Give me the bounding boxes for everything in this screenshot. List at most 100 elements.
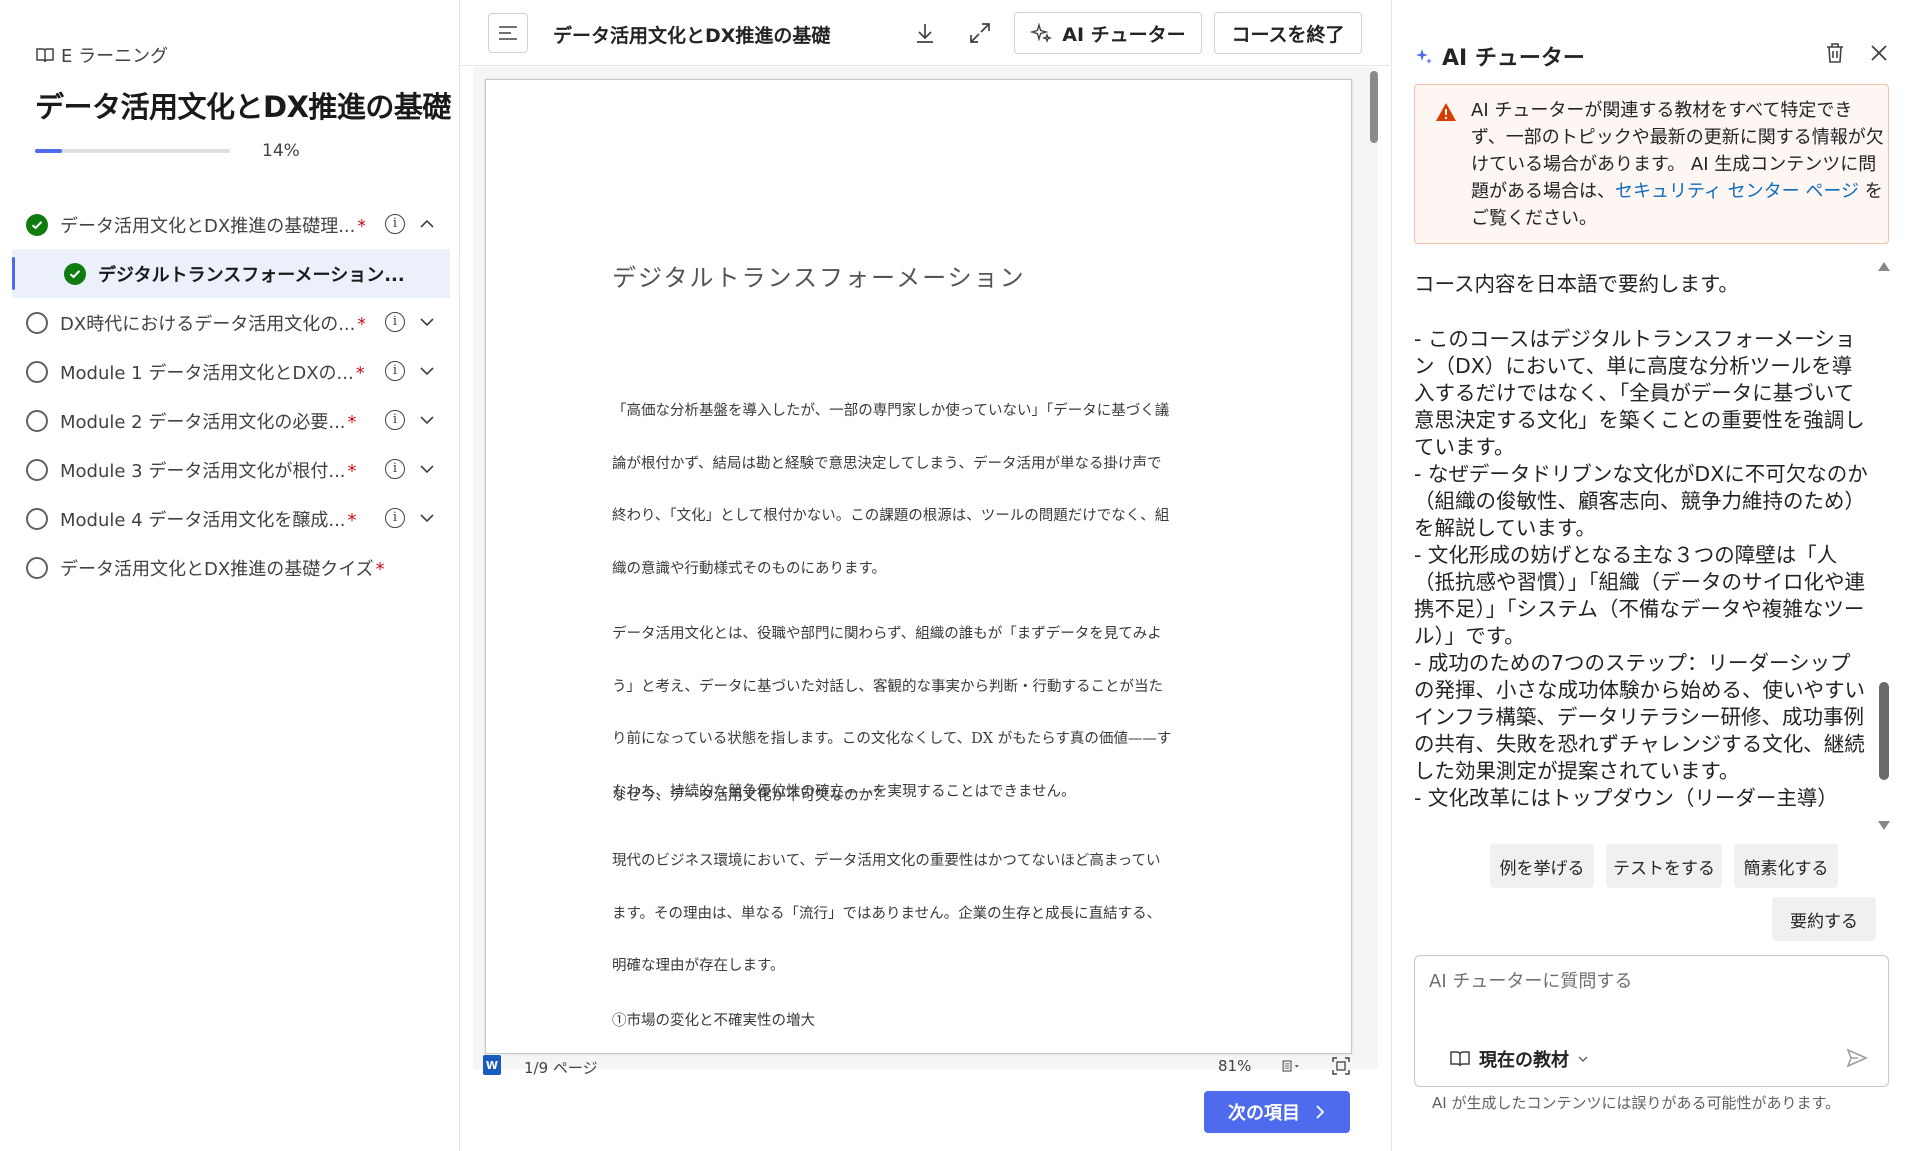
nav-item-label: データ活用文化とDX推進の基礎理...* [60,212,365,238]
scroll-up-arrow-icon[interactable] [1878,262,1890,271]
nav-item-quiz[interactable]: データ活用文化とDX推進の基礎クイズ * [0,543,460,592]
scope-selector-label: 現在の教材 [1479,1050,1569,1071]
info-icon[interactable]: i [385,459,405,479]
fit-page-icon[interactable] [1331,1056,1351,1076]
chat-input[interactable] [1429,966,1869,996]
sparkle-icon [1416,49,1432,64]
nav-item-label: Module 4 データ活用文化を醸成... * [60,509,357,531]
chevron-down-icon[interactable] [418,362,436,380]
not-started-circle-icon [26,409,48,432]
suggestion-simplify-button[interactable]: 簡素化する [1734,844,1838,888]
chat-scroll-thumb[interactable] [1879,682,1889,780]
info-icon[interactable]: i [385,508,405,528]
sparkle-icon [1030,22,1053,44]
warning-banner: AI チューターが関連する教材をすべて特定できず、一部のトピックや最新の更新に関… [1414,84,1889,244]
required-mark: * [375,558,385,580]
nav-item-module-2[interactable]: Module 2 データ活用文化の必要... * i [0,396,460,445]
zoom-level[interactable]: 81% [1218,1057,1251,1075]
paragraph-3: なぜ今、データ活用文化が不可欠なのか？ [612,788,888,804]
viewer-toolbar: データ活用文化とDX推進の基礎 AI チューター コースを終了 [461,0,1390,66]
book-icon [36,48,54,63]
required-mark: * [347,509,357,531]
nav-item-module-4[interactable]: Module 4 データ活用文化を醸成... * i [0,494,460,543]
nav-item-digital-transformation[interactable]: デジタルトランスフォーメーション... [12,249,450,298]
suggestion-test-button[interactable]: テストをする [1606,844,1722,888]
nav-item-dx-era[interactable]: DX時代におけるデータ活用文化の...* i [0,298,460,347]
next-item-button[interactable]: 次の項目 [1204,1091,1350,1133]
paragraph-5: ①市場の変化と不確実性の増大 [612,1013,815,1029]
brand: E ラーニング [35,42,168,68]
word-icon: W [483,1055,501,1075]
chat-bullet: - このコースはデジタルトランスフォーメーション（DX）において、単に高度な分析… [1414,327,1865,459]
next-item-button-label: 次の項目 [1228,1103,1300,1124]
page-indicator: 1/9 ページ [524,1059,598,1077]
document-title: データ活用文化とDX推進の基礎 [553,25,831,47]
suggestion-example-button[interactable]: 例を挙げる [1490,844,1594,888]
required-mark: * [347,411,357,433]
ai-disclaimer: AI が生成したコンテンツには誤りがある可能性があります。 [1432,1094,1840,1112]
chat-bullet: - 文化改革にはトップダウン（リーダー主導） [1414,786,1838,810]
end-course-button[interactable]: コースを終了 [1214,12,1362,54]
nav-item-label: DX時代におけるデータ活用文化の...* [60,310,365,336]
nav-item-label: Module 2 データ活用文化の必要... * [60,411,357,433]
chevron-down-icon[interactable] [418,313,436,331]
document-scrollbar[interactable] [1370,71,1378,143]
nav-item-module-1[interactable]: Module 1 データ活用文化とDXの... * i [0,347,460,396]
ai-tutor-button[interactable]: AI チューター [1014,12,1202,54]
trash-icon[interactable] [1822,40,1848,66]
brand-label: E ラーニング [61,46,169,67]
completed-check-icon [64,262,86,285]
course-progress-fill [35,149,63,153]
send-icon[interactable] [1845,1046,1869,1070]
scope-selector-button[interactable]: 現在の教材 [1449,1046,1589,1072]
chevron-down-icon[interactable] [418,411,436,429]
not-started-circle-icon [26,507,48,530]
chevron-down-icon[interactable] [418,509,436,527]
info-icon[interactable]: i [385,361,405,381]
nav-item-label: データ活用文化とDX推進の基礎クイズ * [60,558,385,580]
required-mark: * [357,314,365,335]
ai-tutor-panel: AI チューター AI チューターが関連する教材をすべて特定できず、一部のトピッ… [1391,0,1920,1151]
chat-message-intro: コース内容を日本語で要約します。 [1414,272,1739,296]
chat-composer: 現在の教材 [1414,955,1889,1087]
security-center-link[interactable]: セキュリティ センター ページ [1615,181,1859,202]
toggle-sidebar-button[interactable] [488,13,528,53]
chat-bullet: - 文化形成の妨げとなる主な３つの障壁は「人（抵抗感や習慣）」「組織（データのサ… [1414,543,1865,648]
course-title: データ活用文化とDX推進の基礎 [35,90,451,124]
chat-transcript[interactable]: コース内容を日本語で要約します。 - このコースはデジタルトランスフォーメーショ… [1414,270,1869,830]
chat-bullet: - なぜデータドリブンな文化がDXに不可欠なのか（組織の俊敏性、顧客志向、競争力… [1414,462,1868,540]
menu-lines-icon [499,26,517,40]
scroll-down-arrow-icon[interactable] [1878,821,1890,830]
nav-item-label: Module 1 データ活用文化とDXの... * [60,362,365,384]
chevron-right-icon [1316,1105,1325,1119]
not-started-circle-icon [26,556,48,579]
nav-item-module-3[interactable]: Module 3 データ活用文化が根付... * i [0,445,460,494]
nav-item-foundations[interactable]: データ活用文化とDX推進の基礎理...* i [0,200,460,249]
chevron-up-icon[interactable] [418,215,436,233]
info-icon[interactable]: i [385,214,405,234]
chevron-down-icon[interactable] [418,460,436,478]
nav-item-label: Module 3 データ活用文化が根付... * [60,460,357,482]
chat-bullet: - 成功のための7つのステップ：リーダーシップの発揮、小さな成功体験から始める、… [1414,651,1865,783]
nav-item-label: デジタルトランスフォーメーション... [98,264,405,286]
document-statusbar: W 1/9 ページ 81% [473,1054,1378,1078]
download-icon[interactable] [912,20,938,46]
required-mark: * [355,362,365,384]
required-mark: * [357,216,365,237]
not-started-circle-icon [26,458,48,481]
chat-scrollbar[interactable] [1878,262,1892,830]
not-started-circle-icon [26,311,48,334]
not-started-circle-icon [26,360,48,383]
suggestion-summarize-button[interactable]: 要約する [1772,897,1876,941]
info-icon[interactable]: i [385,410,405,430]
page-view-icon[interactable] [1281,1056,1301,1076]
close-icon[interactable] [1866,40,1892,66]
document-viewport[interactable]: デジタルトランスフォーメーション 「高価な分析基盤を導入したが、一部の専門家しか… [473,67,1378,1069]
book-icon [1450,1051,1470,1067]
expand-icon[interactable] [967,20,993,46]
required-mark: * [347,460,357,482]
course-progress-label: 14% [262,141,300,161]
ai-tutor-button-label: AI チューター [1062,23,1186,46]
info-icon[interactable]: i [385,312,405,332]
ai-tutor-header: AI チューター [1414,40,1585,72]
